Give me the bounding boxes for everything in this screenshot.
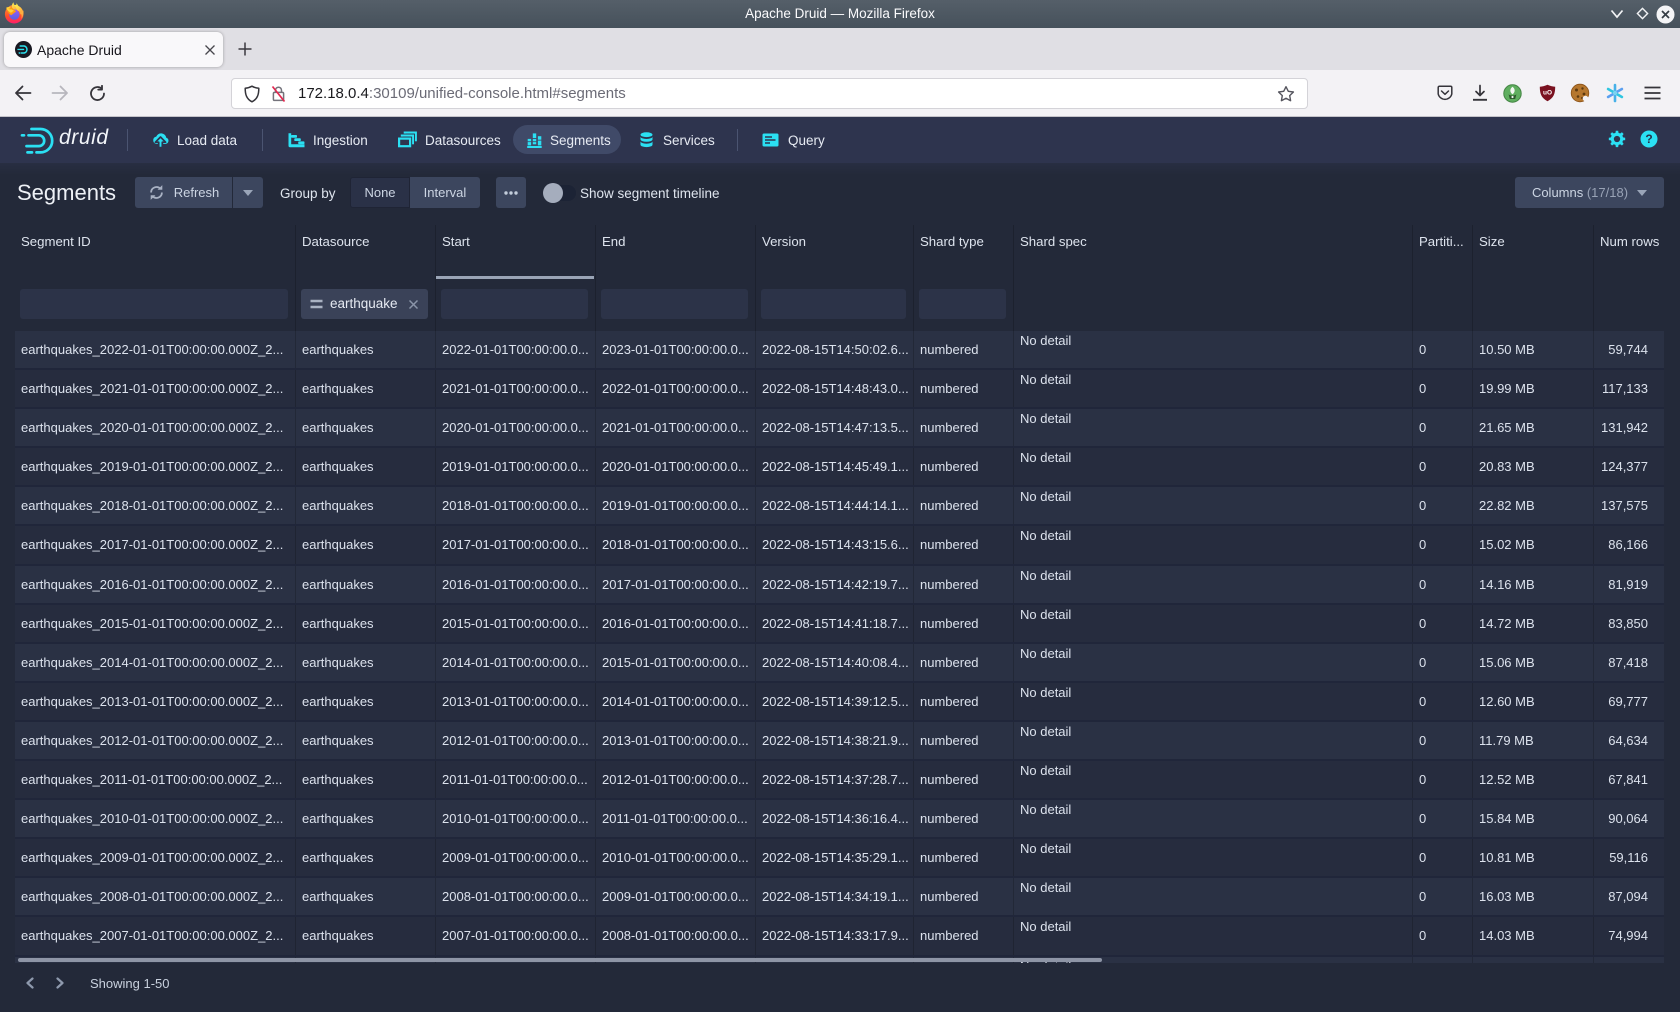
svg-text:?: ? xyxy=(1645,132,1652,146)
svg-text:uO: uO xyxy=(1542,90,1551,97)
